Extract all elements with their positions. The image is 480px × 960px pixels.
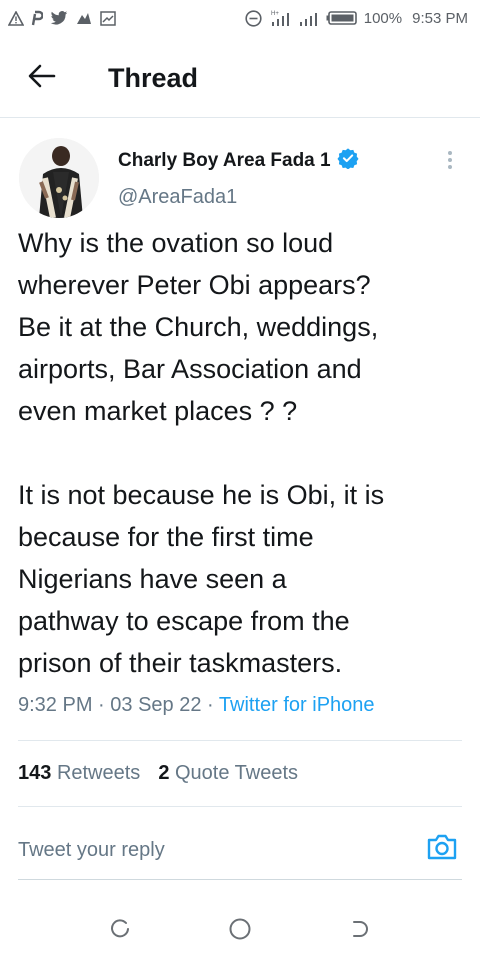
tweet-paragraph-2: It is not because he is Obi, it is becau… <box>18 480 385 678</box>
verified-badge-icon <box>337 147 359 174</box>
author-handle[interactable]: @AreaFada1 <box>118 186 237 209</box>
tweet-source-link[interactable]: Twitter for iPhone <box>219 694 375 716</box>
recent-apps-button[interactable] <box>100 911 140 951</box>
warning-icon <box>8 10 24 26</box>
ghost-icon <box>75 10 93 26</box>
image-icon <box>100 10 116 26</box>
svg-text:H+: H+ <box>271 11 279 17</box>
divider <box>18 806 462 807</box>
quote-tweets-stat[interactable]: 2 Quote Tweets <box>158 762 298 785</box>
tweet-stats: 143 Retweets 2 Quote Tweets <box>18 762 298 785</box>
back-nav-icon <box>349 918 371 945</box>
retweets-stat[interactable]: 143 Retweets <box>18 762 140 785</box>
home-circle-icon <box>228 917 252 946</box>
status-left-icons <box>8 10 116 26</box>
camera-button[interactable] <box>424 832 460 868</box>
quote-tweets-label: Quote Tweets <box>175 762 299 784</box>
signal-icon: H+ <box>268 9 292 27</box>
camera-icon <box>426 833 458 866</box>
tweet-paragraph-1: Why is the ovation so loud wherever Pete… <box>18 228 379 426</box>
quote-tweets-count: 2 <box>158 762 170 784</box>
retweets-count: 143 <box>18 762 52 784</box>
meta-separator: · <box>98 694 105 716</box>
tweet-date: 03 Sep 22 <box>110 694 202 716</box>
meta-separator: · <box>207 694 214 716</box>
battery-level: 100% <box>363 9 403 27</box>
retweets-label: Retweets <box>56 762 141 784</box>
home-button[interactable] <box>220 911 260 951</box>
reply-input[interactable]: Tweet your reply <box>18 837 165 862</box>
divider <box>18 740 462 741</box>
back-button[interactable] <box>0 40 84 118</box>
more-vertical-icon <box>447 150 453 175</box>
do-not-disturb-icon <box>245 9 262 27</box>
signal-icon <box>298 9 320 27</box>
tweet-time: 9:32 PM <box>18 694 93 716</box>
battery-icon <box>326 10 358 26</box>
pinterest-icon <box>31 10 43 26</box>
more-options-button[interactable] <box>436 146 464 178</box>
arrow-left-icon <box>28 64 56 93</box>
system-nav-bar <box>0 902 480 960</box>
twitter-icon <box>50 10 68 26</box>
app-header: Thread <box>0 40 480 118</box>
author-name[interactable]: Charly Boy Area Fada 1 <box>118 150 331 172</box>
status-bar: H+ 100% 9:53 PM <box>0 0 480 36</box>
tweet-text: Why is the ovation so loud wherever Pete… <box>18 222 468 684</box>
back-nav-button[interactable] <box>340 911 380 951</box>
author-name-row[interactable]: Charly Boy Area Fada 1 <box>118 147 359 174</box>
tweet-meta: 9:32 PM · 03 Sep 22 · Twitter for iPhone <box>18 694 375 717</box>
avatar[interactable] <box>19 138 99 218</box>
reply-bar: Tweet your reply <box>18 820 462 880</box>
status-right-icons: H+ 100% 9:53 PM <box>245 9 468 27</box>
recent-apps-icon <box>109 918 131 945</box>
status-time: 9:53 PM <box>412 9 468 27</box>
page-title: Thread <box>108 63 199 93</box>
